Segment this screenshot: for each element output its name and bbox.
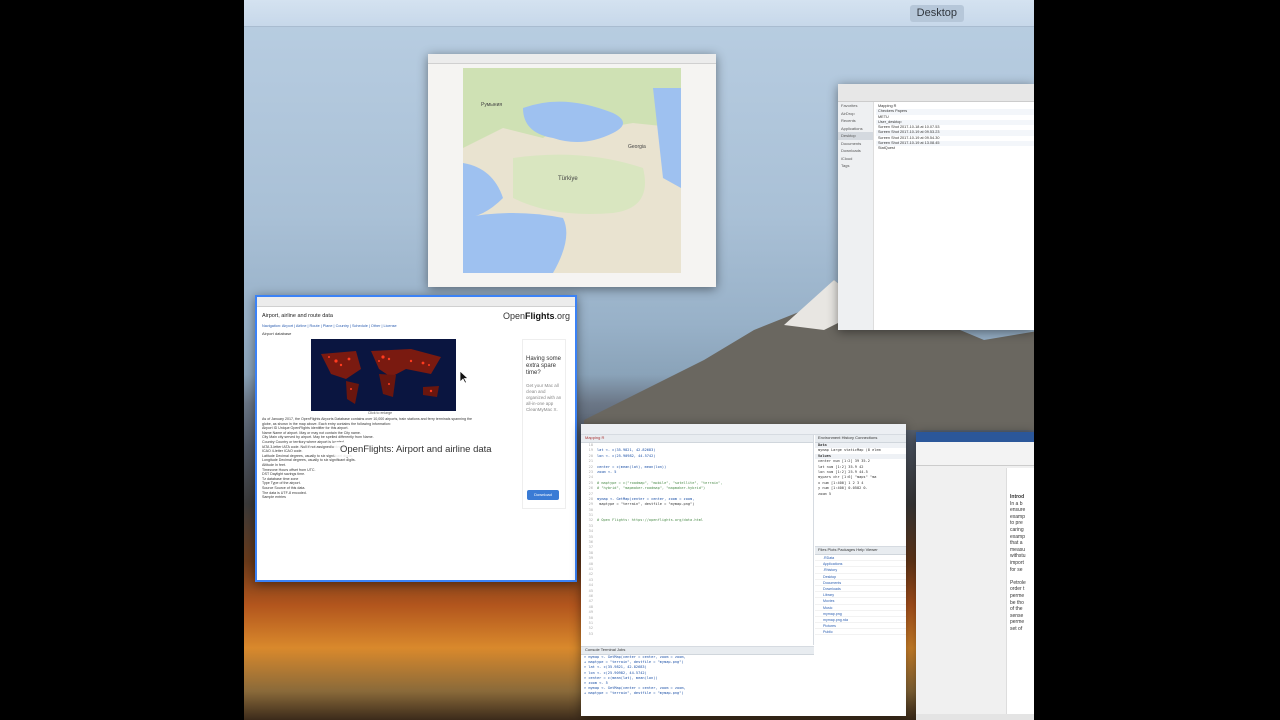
document-line: measu <box>1010 546 1026 553</box>
document-line: for se <box>1010 566 1023 573</box>
list-item[interactable]: StatQuest <box>876 146 1034 151</box>
map-label-turkey: Türkiye <box>558 176 578 182</box>
console-output: > mymap <- GetMap(center = center, zoom … <box>581 655 814 697</box>
sidebar-item[interactable]: Documents <box>838 140 873 148</box>
console-tabs[interactable]: Console Terminal Jobs <box>581 647 814 655</box>
code-text: # maptype = c("roadmap", "mobile", "sate… <box>597 480 723 485</box>
finder-file-list: Mapping R Checkers Papers METU User_desk… <box>876 104 1034 330</box>
console-pane[interactable]: Console Terminal Jobs > mymap <- GetMap(… <box>581 646 814 716</box>
environment-list: Data mymap Large staticMap (8 elem Values c… <box>815 443 906 497</box>
document-line: to pre <box>1010 520 1023 527</box>
document-line: withstu <box>1010 553 1026 560</box>
document-line: set of <box>1010 625 1023 632</box>
logo-suffix: .org <box>554 311 570 321</box>
openflights-browser-window[interactable]: Airport, airline and route data OpenFlig… <box>255 295 577 582</box>
openflights-page: Airport, airline and route data OpenFlig… <box>260 309 572 577</box>
document-line: perme <box>1010 592 1025 599</box>
desktop-space-button[interactable]: Desktop <box>909 5 964 22</box>
map-label-georgia: Georgia <box>628 144 646 150</box>
sidebar-item[interactable]: Desktop <box>838 132 873 140</box>
map-label-romania: Румыния <box>481 102 502 108</box>
site-navigation[interactable]: Navigation: Airport | Airline | Route | … <box>262 324 397 328</box>
document-line: ensure <box>1010 507 1026 514</box>
ad-heading: Having some extra spare time? <box>526 356 562 376</box>
browser-titlebar[interactable] <box>257 297 575 307</box>
line-number: 53 <box>588 631 593 636</box>
document-line: order t <box>1010 586 1025 593</box>
code-line[interactable]: 53 <box>581 632 813 637</box>
document-page[interactable]: Introd In a b ensure examp to pre caring examp… <box>1006 468 1034 714</box>
document-line: examp <box>1010 533 1026 540</box>
document-line: import <box>1010 559 1024 566</box>
document-line: Petrole <box>1010 579 1026 586</box>
page-title: Airport, airline and route data <box>262 313 333 319</box>
logo-bold: Flights <box>524 311 555 321</box>
document-line: perme <box>1010 619 1025 626</box>
word-toolbar-ribbon[interactable] <box>916 442 1034 466</box>
window-title-overlay: OpenFlights: Airport and airline data <box>334 442 498 457</box>
terrain-map: Türkiye Румыния Georgia <box>463 68 681 273</box>
console-line: + maptype = "terrain", destfile = "mymap… <box>584 691 684 696</box>
airport-fields-description: As of January 2017, the OpenFlights Airp… <box>262 417 512 500</box>
document-line: of the <box>1010 606 1023 613</box>
sidebar-item[interactable]: AirDrop <box>838 110 873 118</box>
source-editor[interactable]: Mapping R 18 19 lat <- c(35.9821, 42.82683… <box>581 435 814 645</box>
logo-prefix: Open <box>502 311 525 321</box>
document-line: sense <box>1010 612 1024 619</box>
desktop-background: Desktop Türkiye Румыния Georgia Favorite… <box>244 0 1034 720</box>
document-line: be tho <box>1010 599 1024 606</box>
openflights-logo[interactable]: OpenFlights.org <box>503 311 570 321</box>
section-heading: Airport database <box>262 331 292 336</box>
world-airports-map[interactable] <box>311 339 456 411</box>
sidebar-item[interactable]: Favorites <box>838 102 873 110</box>
file-row[interactable]: Public <box>815 629 906 636</box>
mouse-cursor-icon <box>459 370 469 384</box>
sidebar-item[interactable]: iCloud <box>838 155 873 163</box>
environment-pane[interactable]: Environment History Connections Data myma… <box>815 435 906 545</box>
sidebar-item[interactable]: Downloads <box>838 147 873 155</box>
code-text: lat <- c(35.9821, 42.82683) <box>597 448 656 453</box>
code-text: lon <- c(25.90982, 44.5742) <box>597 453 656 458</box>
files-pane[interactable]: Files Plots Packages Help Viewer .RData A… <box>815 546 906 716</box>
environment-row[interactable]: zoom 5 <box>815 492 906 497</box>
code-text: # Open Flights: https://openflights.org/… <box>597 518 704 523</box>
code-text: # "hybrid", "mapmaker-roadmap", "mapmake… <box>597 486 706 491</box>
code-text: center = c(mean(lat), mean(lon)) <box>597 464 667 469</box>
code-text: zoom <- 5 <box>597 469 617 474</box>
word-status-bar <box>916 714 1034 720</box>
word-document-window[interactable]: Introd In a b ensure examp to pre caring examp… <box>916 432 1034 720</box>
document-line: that a <box>1010 540 1023 547</box>
body-line: Sample entries <box>262 495 286 500</box>
rstudio-window[interactable]: Mapping R 18 19 lat <- c(35.9821, 42.82683… <box>581 424 906 716</box>
ad-text: Get your Mac all clean and organized wit… <box>526 383 562 412</box>
files-list: .RData Applications .Rhistory Desktop Docume… <box>815 555 906 636</box>
editor-tab[interactable]: Mapping R <box>581 435 813 443</box>
map-caption: Click to enlarge <box>368 411 393 415</box>
sidebar-item[interactable]: Tags <box>838 162 873 170</box>
map-window-titlebar[interactable] <box>428 54 716 64</box>
ad-download-button[interactable]: Download <box>527 490 559 500</box>
finder-sidebar: Favorites AirDrop Recents Applications D… <box>838 102 874 330</box>
document-line: Introd <box>1010 494 1025 500</box>
sidebar-item[interactable]: Recents <box>838 117 873 125</box>
finder-toolbar[interactable] <box>838 84 1034 102</box>
document-line: In a b <box>1010 500 1023 507</box>
code-text: maptype = "terrain", destfile = "mymap.p… <box>597 502 695 507</box>
mission-control-bar: Desktop <box>244 0 1034 27</box>
advertisement-panel: Having some extra spare time? Get your M… <box>522 339 566 509</box>
mediterranean-sea <box>463 213 567 273</box>
finder-window[interactable]: Favorites AirDrop Recents Applications D… <box>838 84 1034 330</box>
code-text: mymap <- GetMap(center = center, zoom = … <box>597 496 695 501</box>
environment-tabs[interactable]: Environment History Connections <box>815 435 906 443</box>
sidebar-item[interactable]: Applications <box>838 125 873 133</box>
files-tabs[interactable]: Files Plots Packages Help Viewer <box>815 547 906 555</box>
map-preview-window[interactable]: Türkiye Румыния Georgia <box>428 54 716 287</box>
rstudio-toolbar[interactable] <box>581 424 906 435</box>
document-line: caring <box>1010 526 1024 533</box>
code-area[interactable]: 18 19 lat <- c(35.9821, 42.82683) 20 lon <- … <box>581 443 813 645</box>
document-line: examp <box>1010 513 1026 520</box>
